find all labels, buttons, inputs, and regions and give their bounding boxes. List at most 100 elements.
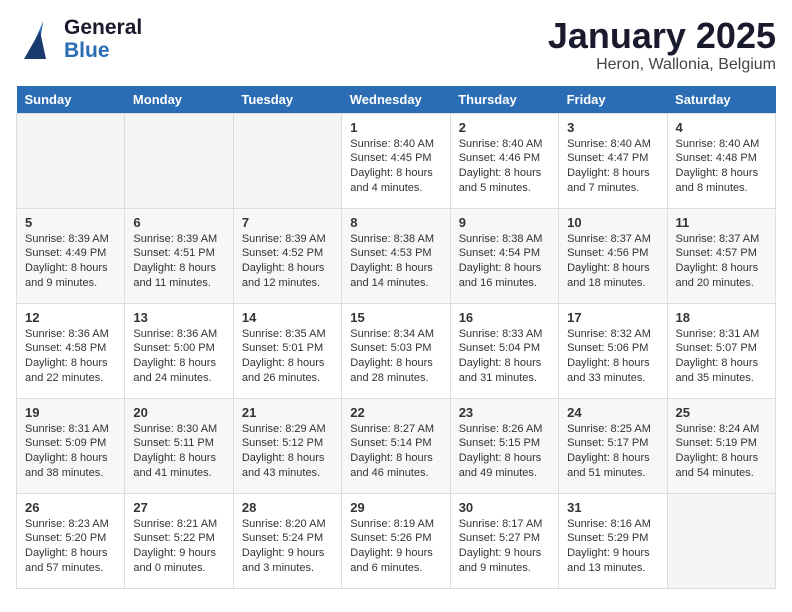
day-info: Sunrise: 8:37 AM (567, 232, 658, 247)
day-info: Sunrise: 8:25 AM (567, 422, 658, 437)
week-row-4: 19Sunrise: 8:31 AMSunset: 5:09 PMDayligh… (17, 398, 776, 493)
header: General Blue January 2025 Heron, Walloni… (16, 16, 776, 74)
day-info: and 7 minutes. (567, 181, 658, 196)
day-info: Sunrise: 8:36 AM (25, 327, 116, 342)
week-row-2: 5 Sunrise: 8:39 AM Sunset: 4:49 PM Daylight… (17, 208, 776, 303)
day-info: Sunset: 5:15 PM (459, 436, 550, 451)
day-info: and 54 minutes. (676, 466, 767, 481)
day-cell: 8Sunrise: 8:38 AMSunset: 4:53 PMDaylight… (342, 208, 450, 303)
header-row: Sunday Monday Tuesday Wednesday Thursday… (17, 86, 776, 114)
day-info: and 11 minutes. (133, 276, 224, 291)
day-info: Daylight: 9 hours (567, 546, 658, 561)
day-number: 18 (676, 310, 767, 325)
day-info: Sunset: 5:00 PM (133, 341, 224, 356)
day-number: 21 (242, 405, 333, 420)
logo: General Blue (16, 16, 142, 62)
day-info: Daylight: 8 hours (676, 261, 767, 276)
day-info: Sunrise: 8:40 AM (567, 137, 658, 152)
col-saturday: Saturday (667, 86, 775, 114)
day-info: Daylight: 8 hours (25, 451, 116, 466)
day-info: Daylight: 8 hours (350, 261, 441, 276)
day-info: Sunrise: 8:40 AM (676, 137, 767, 152)
day-info: Sunset: 5:29 PM (567, 531, 658, 546)
day-info: and 6 minutes. (350, 561, 441, 576)
day-cell: 1Sunrise: 8:40 AMSunset: 4:45 PMDaylight… (342, 113, 450, 208)
day-number: 6 (133, 215, 224, 230)
day-info: Daylight: 9 hours (350, 546, 441, 561)
day-info: Sunset: 4:49 PM (25, 246, 116, 261)
day-info: and 33 minutes. (567, 371, 658, 386)
day-info: Sunset: 4:58 PM (25, 341, 116, 356)
day-number: 9 (459, 215, 550, 230)
day-cell: 11Sunrise: 8:37 AMSunset: 4:57 PMDayligh… (667, 208, 775, 303)
col-monday: Monday (125, 86, 233, 114)
day-info: Sunset: 4:47 PM (567, 151, 658, 166)
day-info: Sunrise: 8:38 AM (350, 232, 441, 247)
day-info: and 49 minutes. (459, 466, 550, 481)
day-cell: 27Sunrise: 8:21 AMSunset: 5:22 PMDayligh… (125, 493, 233, 588)
day-info: Daylight: 8 hours (459, 356, 550, 371)
day-info: and 41 minutes. (133, 466, 224, 481)
day-info: and 24 minutes. (133, 371, 224, 386)
day-cell: 23Sunrise: 8:26 AMSunset: 5:15 PMDayligh… (450, 398, 558, 493)
day-info: and 46 minutes. (350, 466, 441, 481)
day-number: 26 (25, 500, 116, 515)
calendar-table: Sunday Monday Tuesday Wednesday Thursday… (16, 86, 776, 589)
day-info: Sunset: 4:52 PM (242, 246, 333, 261)
day-info: Sunset: 4:48 PM (676, 151, 767, 166)
day-number: 1 (350, 120, 441, 135)
day-info: and 14 minutes. (350, 276, 441, 291)
day-info: Sunrise: 8:40 AM (350, 137, 441, 152)
day-info: Sunrise: 8:40 AM (459, 137, 550, 152)
day-cell: 16Sunrise: 8:33 AMSunset: 5:04 PMDayligh… (450, 303, 558, 398)
day-info: and 12 minutes. (242, 276, 333, 291)
logo-general: General (64, 16, 142, 39)
day-cell: 6Sunrise: 8:39 AMSunset: 4:51 PMDaylight… (125, 208, 233, 303)
day-number: 2 (459, 120, 550, 135)
day-number: 27 (133, 500, 224, 515)
day-info: Sunrise: 8:34 AM (350, 327, 441, 342)
day-info: Daylight: 8 hours (459, 261, 550, 276)
day-info: and 4 minutes. (350, 181, 441, 196)
day-number: 15 (350, 310, 441, 325)
day-number: 5 (25, 215, 116, 230)
day-cell (233, 113, 341, 208)
day-info: Sunset: 5:07 PM (676, 341, 767, 356)
day-cell: 4Sunrise: 8:40 AMSunset: 4:48 PMDaylight… (667, 113, 775, 208)
day-info: Sunrise: 8:21 AM (133, 517, 224, 532)
day-cell: 10Sunrise: 8:37 AMSunset: 4:56 PMDayligh… (559, 208, 667, 303)
day-info: Sunset: 5:20 PM (25, 531, 116, 546)
day-info: Daylight: 9 hours (133, 546, 224, 561)
day-info: and 3 minutes. (242, 561, 333, 576)
day-number: 12 (25, 310, 116, 325)
day-number: 14 (242, 310, 333, 325)
day-cell: 22Sunrise: 8:27 AMSunset: 5:14 PMDayligh… (342, 398, 450, 493)
day-info: Daylight: 8 hours (567, 451, 658, 466)
day-info: Daylight: 8 hours (25, 356, 116, 371)
day-info: Sunrise: 8:17 AM (459, 517, 550, 532)
day-info: Sunset: 5:04 PM (459, 341, 550, 356)
day-info: Sunset: 4:57 PM (676, 246, 767, 261)
day-info: Sunset: 4:53 PM (350, 246, 441, 261)
day-info: Sunrise: 8:29 AM (242, 422, 333, 437)
day-number: 22 (350, 405, 441, 420)
day-info: and 57 minutes. (25, 561, 116, 576)
day-number: 25 (676, 405, 767, 420)
day-info: and 18 minutes. (567, 276, 658, 291)
day-info: Sunrise: 8:39 AM (133, 232, 224, 247)
day-info: Sunset: 4:51 PM (133, 246, 224, 261)
day-info: and 16 minutes. (459, 276, 550, 291)
day-info: Sunset: 5:24 PM (242, 531, 333, 546)
day-info: Sunrise: 8:19 AM (350, 517, 441, 532)
day-info: Sunrise: 8:36 AM (133, 327, 224, 342)
calendar-subtitle: Heron, Wallonia, Belgium (548, 56, 776, 74)
day-info: and 9 minutes. (25, 276, 116, 291)
day-info: Daylight: 8 hours (676, 356, 767, 371)
day-info: Sunset: 5:26 PM (350, 531, 441, 546)
day-info: Daylight: 8 hours (350, 356, 441, 371)
day-info: Daylight: 9 hours (459, 546, 550, 561)
day-info: Sunrise: 8:31 AM (25, 422, 116, 437)
day-info: Sunset: 4:46 PM (459, 151, 550, 166)
day-cell: 3Sunrise: 8:40 AMSunset: 4:47 PMDaylight… (559, 113, 667, 208)
day-info: Daylight: 8 hours (350, 166, 441, 181)
